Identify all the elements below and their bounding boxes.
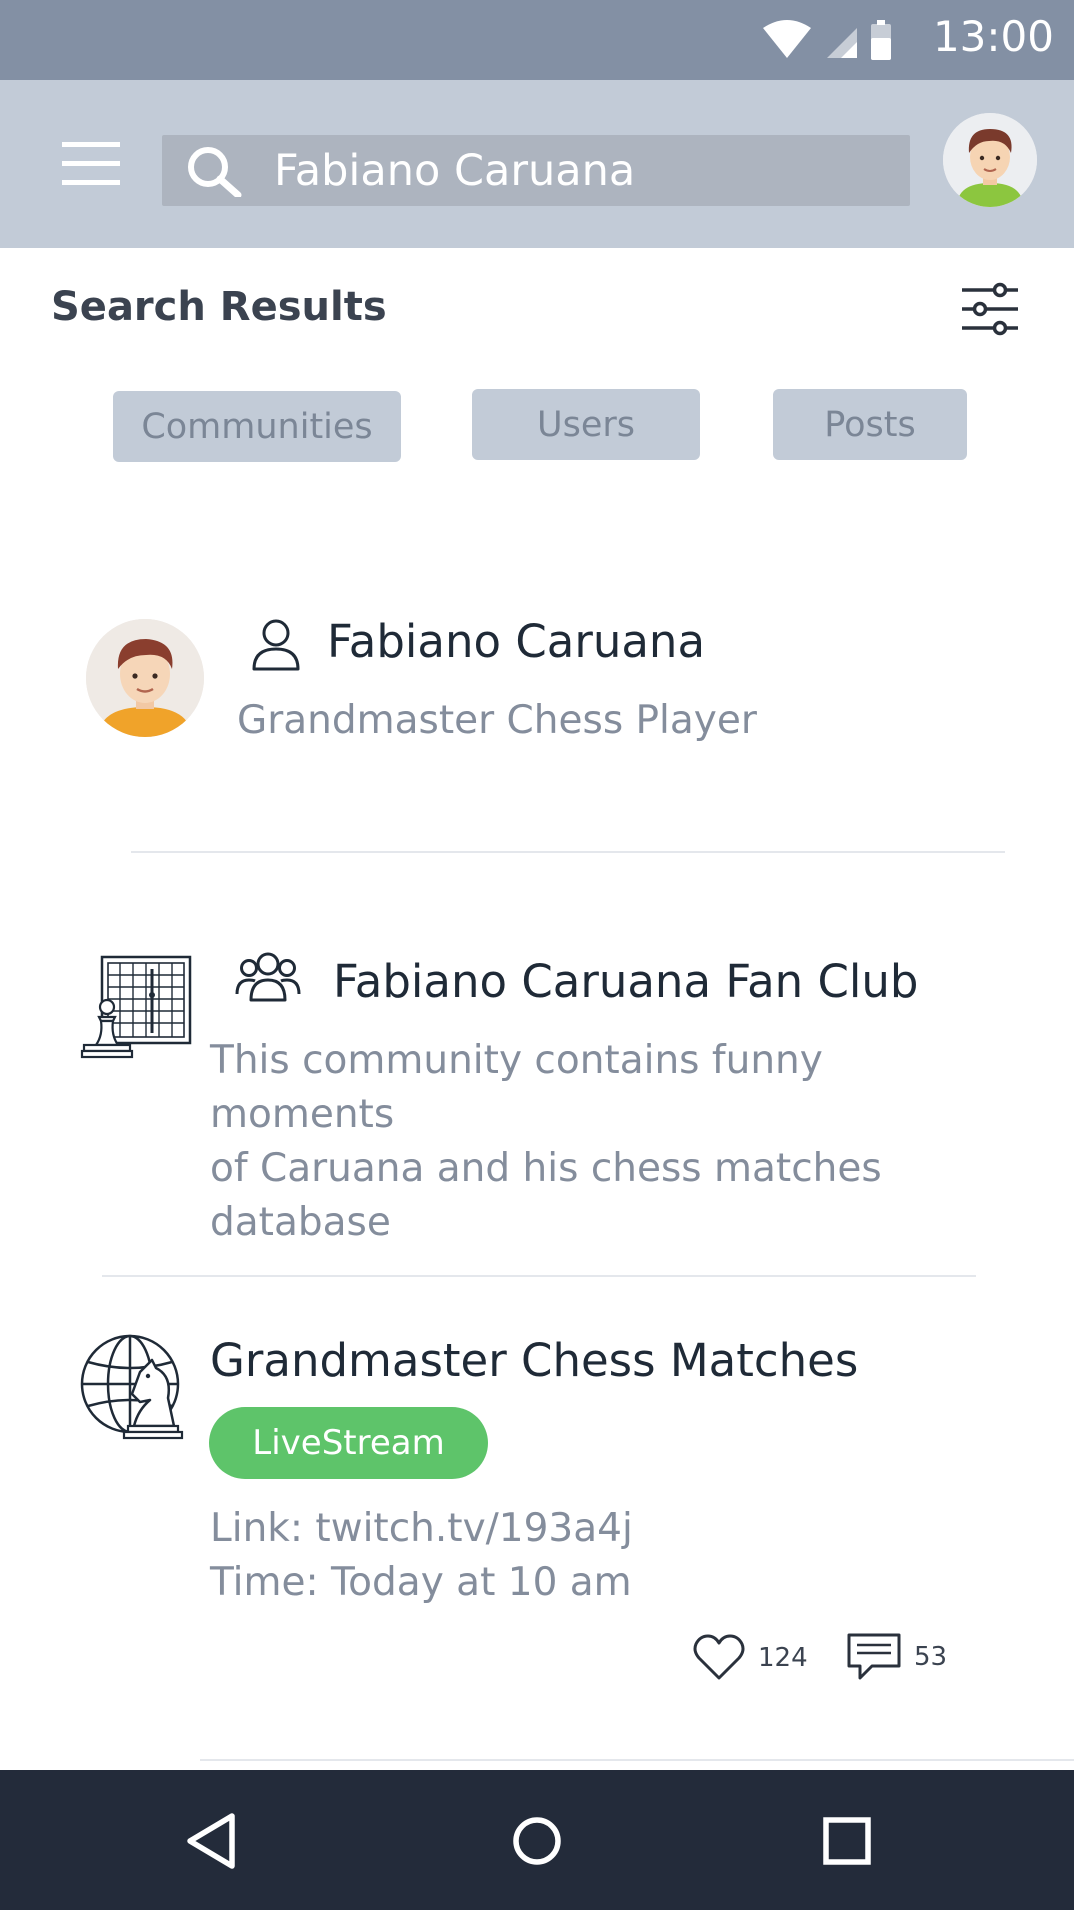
description-line: This community contains funny moments xyxy=(210,1038,823,1137)
search-box[interactable] xyxy=(162,135,910,206)
sliders-icon xyxy=(962,282,1018,336)
like-button[interactable]: 124 xyxy=(692,1634,808,1682)
search-icon xyxy=(188,147,242,197)
back-button[interactable] xyxy=(178,1806,248,1876)
user-icon xyxy=(252,619,300,671)
divider xyxy=(131,851,1005,853)
home-icon xyxy=(513,1817,561,1865)
comment-count: 53 xyxy=(914,1642,948,1672)
comment-button[interactable]: 53 xyxy=(846,1632,947,1682)
comment-icon xyxy=(847,1633,901,1680)
back-icon xyxy=(187,1813,235,1869)
globe-knight-icon xyxy=(80,1334,184,1440)
system-nav-bar xyxy=(0,1770,1074,1910)
filter-button[interactable] xyxy=(958,282,1022,336)
user-avatar-icon xyxy=(943,113,1037,207)
heart-icon xyxy=(693,1634,745,1680)
divider xyxy=(102,1275,976,1277)
result-description: This community contains funny moments of… xyxy=(210,1034,1010,1250)
tab-communities[interactable]: Communities xyxy=(113,391,401,462)
page-title: Search Results xyxy=(51,284,387,330)
cellular-signal-icon xyxy=(827,28,857,58)
post-link[interactable]: Link: twitch.tv/193a4j xyxy=(210,1502,633,1556)
app-bar xyxy=(0,80,1074,248)
status-bar: 13:00 xyxy=(0,0,1074,80)
chessboard-icon xyxy=(80,955,192,1059)
like-count: 124 xyxy=(758,1643,808,1673)
status-time: 13:00 xyxy=(932,12,1054,61)
post-time: Time: Today at 10 am xyxy=(210,1560,632,1605)
result-title: Fabiano Caruana xyxy=(327,615,706,668)
hamburger-menu-icon xyxy=(62,142,120,185)
divider xyxy=(200,1759,1074,1761)
search-results-header: Search Results xyxy=(0,248,1074,368)
battery-icon xyxy=(871,20,891,60)
search-input[interactable] xyxy=(274,135,894,206)
status-icons xyxy=(763,20,891,60)
result-title: Grandmaster Chess Matches xyxy=(210,1334,859,1387)
description-line: of Caruana and his chess matches xyxy=(210,1146,882,1191)
result-subtitle: Grandmaster Chess Player xyxy=(237,698,757,743)
livestream-badge: LiveStream xyxy=(209,1407,488,1479)
user-avatar xyxy=(86,619,204,737)
recents-icon xyxy=(823,1817,871,1865)
home-button[interactable] xyxy=(502,1806,572,1876)
wifi-icon xyxy=(763,20,811,58)
hamburger-menu-button[interactable] xyxy=(56,134,126,194)
group-icon xyxy=(235,952,301,1002)
result-title: Fabiano Caruana Fan Club xyxy=(333,955,919,1008)
tab-posts[interactable]: Posts xyxy=(773,389,967,460)
recents-button[interactable] xyxy=(812,1806,882,1876)
tab-users[interactable]: Users xyxy=(472,389,700,460)
profile-avatar[interactable] xyxy=(943,113,1037,207)
user-avatar-icon xyxy=(86,619,204,737)
description-line: database xyxy=(210,1200,391,1245)
